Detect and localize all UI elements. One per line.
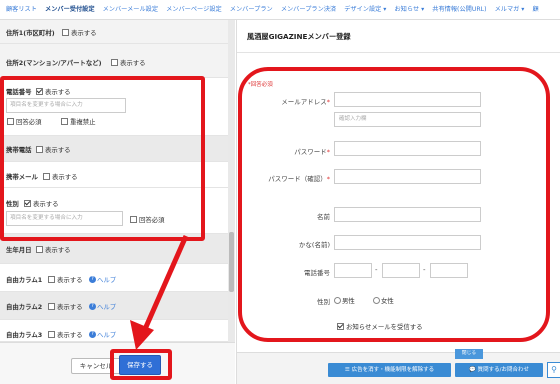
address2-show-checkbox[interactable]: [111, 58, 118, 66]
preview-footer: 閉じる ☰ 広告を消す・機能制限を解除する 💬 質問する/お問合わせ ⚲: [237, 349, 560, 384]
birthday-show-text: 表示する: [45, 246, 71, 254]
address1-show-checkbox[interactable]: [62, 28, 69, 36]
free2-show-checkbox[interactable]: [48, 302, 55, 310]
settings-scrollbar-thumb[interactable]: [229, 232, 234, 292]
setting-row-address2: 住所2(マンション/アパートなど) 表示する: [0, 44, 228, 78]
help-circle-icon: ?: [89, 302, 96, 310]
setting-row-free1: 自由カラム1 表示する ? ヘルプ: [0, 264, 228, 292]
nav-member-reception-settings[interactable]: メンバー受付設定: [45, 0, 95, 19]
free2-help-link[interactable]: ? ヘルプ: [89, 302, 116, 311]
birthday-show-option[interactable]: 表示する: [36, 245, 71, 254]
free3-label: 自由カラム3: [6, 331, 43, 339]
free3-show-text: 表示する: [57, 331, 83, 339]
free3-show-option[interactable]: 表示する: [48, 330, 83, 339]
annotation-highlight-preview: [238, 67, 550, 342]
free2-help-text: ヘルプ: [97, 303, 117, 311]
preview-divider: [237, 52, 560, 53]
address2-show-option[interactable]: 表示する: [111, 58, 146, 67]
help-circle-icon: ?: [89, 330, 96, 338]
free1-show-option[interactable]: 表示する: [48, 275, 83, 284]
annotation-highlight-fields: [0, 76, 205, 241]
address1-show-text: 表示する: [71, 29, 97, 37]
search-icon[interactable]: ⚲: [547, 362, 560, 378]
setting-row-free3: 自由カラム3 表示する ? ヘルプ: [0, 320, 228, 342]
remove-ads-button[interactable]: ☰ 広告を消す・機能制限を解除する: [328, 363, 451, 377]
free3-show-checkbox[interactable]: [48, 330, 55, 338]
nav-shared-info[interactable]: 共有情報(公開URL): [432, 0, 486, 19]
address1-show-option[interactable]: 表示する: [62, 28, 97, 37]
nav-more[interactable]: 顧: [533, 0, 539, 19]
free3-help-link[interactable]: ? ヘルプ: [89, 330, 116, 339]
list-icon: ☰: [344, 367, 352, 373]
birthday-show-checkbox[interactable]: [36, 245, 43, 253]
free1-help-text: ヘルプ: [97, 276, 117, 284]
nav-member-plan-payment[interactable]: メンバープラン決済: [281, 0, 336, 19]
preview-title: 風酒屋GIGAZINEメンバー登録: [247, 32, 351, 41]
birthday-label: 生年月日: [6, 246, 32, 254]
nav-notices[interactable]: お知らせ ▾: [395, 0, 425, 19]
setting-row-free2: 自由カラム2 表示する ? ヘルプ: [0, 292, 228, 320]
free2-label: 自由カラム2: [6, 303, 43, 311]
setting-row-address1: 住所1(市区町村) 表示する: [0, 20, 228, 44]
free1-help-link[interactable]: ? ヘルプ: [89, 275, 116, 284]
top-nav: 顧客リスト メンバー受付設定 メンバーメール設定 メンバーページ設定 メンバープ…: [0, 0, 560, 20]
settings-scrollbar[interactable]: [228, 20, 235, 342]
free2-show-text: 表示する: [57, 303, 83, 311]
free1-show-text: 表示する: [57, 276, 83, 284]
nav-member-plan[interactable]: メンバープラン: [230, 0, 273, 19]
free2-show-option[interactable]: 表示する: [48, 302, 83, 311]
nav-member-page-settings[interactable]: メンバーページ設定: [166, 0, 222, 19]
close-popup-tab[interactable]: 閉じる: [455, 349, 483, 359]
nav-member-mail-settings[interactable]: メンバーメール設定: [103, 0, 158, 19]
nav-customer-list[interactable]: 顧客リスト: [6, 0, 37, 19]
address2-label: 住所2(マンション/アパートなど): [6, 59, 102, 67]
nav-mailmagazine[interactable]: メルマガ ▾: [495, 0, 525, 19]
annotation-highlight-save: [110, 349, 172, 380]
free1-show-checkbox[interactable]: [48, 275, 55, 283]
nav-design-settings[interactable]: デザイン設定 ▾: [344, 0, 386, 19]
chat-icon: 💬: [469, 367, 478, 373]
free3-help-text: ヘルプ: [97, 331, 117, 339]
address1-label: 住所1(市区町村): [6, 29, 55, 37]
free1-label: 自由カラム1: [6, 276, 43, 284]
address2-show-text: 表示する: [120, 59, 146, 67]
help-circle-icon: ?: [89, 275, 96, 283]
inquiry-button[interactable]: 💬 質問する/お問合わせ: [455, 363, 543, 377]
